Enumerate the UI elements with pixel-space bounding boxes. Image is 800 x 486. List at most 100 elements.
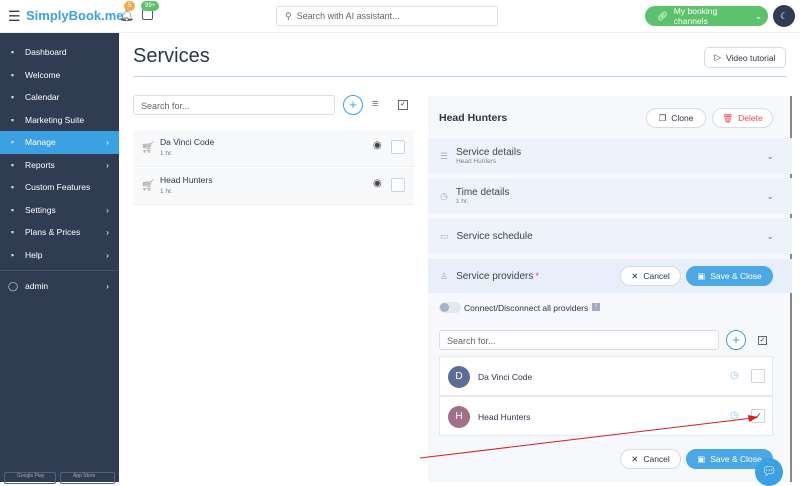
service-row[interactable]: 🛒︎ Da Vinci Code 1 hr. ◉ <box>133 130 414 167</box>
service-row[interactable]: 🛒︎ Head Hunters 1 hr. ◉ <box>133 168 414 205</box>
section-time-details[interactable]: ◷ Time details 1 hr. ⌄ <box>428 178 792 214</box>
sidebar-item-label: Calendar <box>25 92 60 103</box>
provider-checkbox[interactable] <box>751 369 765 383</box>
provider-name: Da Vinci Code <box>478 372 533 382</box>
service-checkbox[interactable] <box>391 178 405 192</box>
sidebar-item-marketing-suite[interactable]: ▪ Marketing Suite <box>0 109 119 132</box>
list-icon[interactable]: ≡ <box>372 98 378 110</box>
detail-title: Head Hunters <box>439 112 508 124</box>
select-all-icon[interactable]: ✓ <box>398 100 408 110</box>
sidebar-item-label: Welcome <box>25 69 61 80</box>
cart-icon: 🛒︎ <box>141 142 155 154</box>
user-label: admin <box>25 281 49 292</box>
sidebar-item-admin[interactable]: ◯ admin › <box>0 275 119 298</box>
link-icon: 🔗︎ <box>657 10 668 21</box>
dashboard-icon: ▪ <box>10 47 15 58</box>
video-tutorial-button[interactable]: ▷ Video tutorial <box>704 47 786 68</box>
calendar-icon: ▪ <box>10 92 15 103</box>
play-icon: ▷ <box>714 52 722 62</box>
section-sub: 1 hr. <box>455 198 469 205</box>
copy-icon: ❐ <box>658 112 667 123</box>
sidebar-item-label: Custom Features <box>25 182 91 193</box>
clock-icon[interactable]: ◷ <box>730 370 739 381</box>
toggle-label: Connect/Disconnect all providers <box>464 303 589 313</box>
chevron-down-icon: ⌄ <box>754 10 762 21</box>
provider-row[interactable]: D Da Vinci Code ◷ <box>439 356 773 396</box>
sidebar-item-label: Settings <box>25 204 56 215</box>
sidebar-item-manage[interactable]: ▪ Manage › <box>0 131 119 154</box>
save-icon: ▣ <box>697 270 706 281</box>
calendar-icon: ▭ <box>440 230 449 241</box>
sidebar-item-label: Marketing Suite <box>25 114 85 125</box>
divider <box>133 76 787 77</box>
eye-icon[interactable]: ◉ <box>373 178 382 189</box>
cart-icon: 🛒︎ <box>141 180 155 192</box>
sidebar-item-label: Manage <box>25 137 56 148</box>
sidebar-item-label: Plans & Prices <box>25 227 81 238</box>
ai-search-input[interactable]: ⚲ Search with AI assistant... <box>276 6 498 26</box>
avatar: D <box>448 366 470 388</box>
sidebar-item-label: Help <box>25 249 43 260</box>
puzzle-icon: ▪ <box>10 182 15 193</box>
user-icon: ◯ <box>8 280 19 291</box>
sidebar-item-settings[interactable]: ▪ Settings › <box>0 199 119 222</box>
delete-button[interactable]: 🗑︎ Delete <box>712 108 773 128</box>
sidebar-item-custom-features[interactable]: ▪ Custom Features <box>0 176 119 199</box>
booking-channels-label: My booking channels <box>673 6 718 26</box>
add-provider-button[interactable]: + <box>726 330 746 350</box>
info-icon[interactable]: i <box>592 303 600 311</box>
sidebar-item-calendar[interactable]: ▪ Calendar <box>0 86 119 109</box>
top-bar: ☰ SimplyBook.me 🔔︎ 5 99+ ⚲ Search with AI… <box>0 0 800 33</box>
provider-search-input[interactable]: Search for... <box>439 330 719 350</box>
connect-all-toggle[interactable] <box>439 302 461 313</box>
service-search-input[interactable]: Search for... <box>133 95 335 115</box>
sidebar-item-plans-prices[interactable]: ▪ Plans & Prices › <box>0 221 119 244</box>
calendar-badge: 99+ <box>141 1 160 11</box>
sidebar-item-help[interactable]: ▪ Help › <box>0 244 119 267</box>
service-duration: 1 hr. <box>160 150 173 157</box>
chevron-right-icon: › <box>106 227 109 238</box>
service-name: Head Hunters <box>160 175 213 185</box>
service-duration: 1 hr. <box>160 188 173 195</box>
add-service-button[interactable]: + <box>343 95 363 115</box>
close-icon: ✕ <box>631 270 639 281</box>
app-store-badge[interactable]: App Store <box>60 472 115 484</box>
section-title: Time details <box>455 187 510 198</box>
booking-channels-button[interactable]: 🔗︎ My booking channels ⌄ <box>645 6 768 26</box>
video-label: Video tutorial <box>726 52 776 63</box>
cancel-button[interactable]: ✕ Cancel <box>620 266 681 286</box>
logo[interactable]: SimplyBook.me <box>26 8 124 23</box>
notification-badge: 5 <box>124 1 135 11</box>
menu-icon[interactable]: ☰ <box>8 8 21 25</box>
section-service-details[interactable]: ☰ Service details Head Hunters ⌄ <box>428 138 792 174</box>
sidebar-item-label: Dashboard <box>25 47 67 58</box>
select-all-providers-icon[interactable]: ✓ <box>758 336 767 345</box>
required-mark: * <box>535 271 539 281</box>
clone-button[interactable]: ❐ Clone <box>646 108 706 128</box>
section-title: Service schedule <box>456 230 533 242</box>
sidebar-item-dashboard[interactable]: ▪ Dashboard <box>0 41 119 64</box>
delete-label: Delete <box>738 113 763 123</box>
marketing-icon: ▪ <box>10 114 15 125</box>
service-checkbox[interactable] <box>391 140 405 154</box>
chart-icon: ▪ <box>10 159 15 170</box>
chevron-down-icon: ⌄ <box>766 190 774 201</box>
section-title: Service details <box>456 147 522 158</box>
google-play-badge[interactable]: Google Play <box>4 472 56 484</box>
sidebar-item-label: Reports <box>25 159 55 170</box>
section-title: Service providers <box>456 270 534 282</box>
search-icon: ⚲ <box>285 10 292 21</box>
save-close-button[interactable]: ▣ Save & Close <box>686 266 773 286</box>
annotation-arrow <box>419 415 758 459</box>
sidebar-item-welcome[interactable]: ▪ Welcome <box>0 64 119 87</box>
pencil-icon: ▪ <box>10 137 15 148</box>
user-icon: ♙ <box>440 270 449 281</box>
clock-icon: ◷ <box>440 190 448 201</box>
theme-icon[interactable]: ☾ <box>773 5 795 27</box>
chevron-right-icon: › <box>106 137 109 148</box>
section-service-schedule[interactable]: ▭ Service schedule ⌄ <box>428 218 792 254</box>
sidebar-item-reports[interactable]: ▪ Reports › <box>0 154 119 177</box>
eye-icon[interactable]: ◉ <box>373 140 382 151</box>
chevron-right-icon: › <box>106 249 109 260</box>
cancel-label: Cancel <box>643 271 670 281</box>
